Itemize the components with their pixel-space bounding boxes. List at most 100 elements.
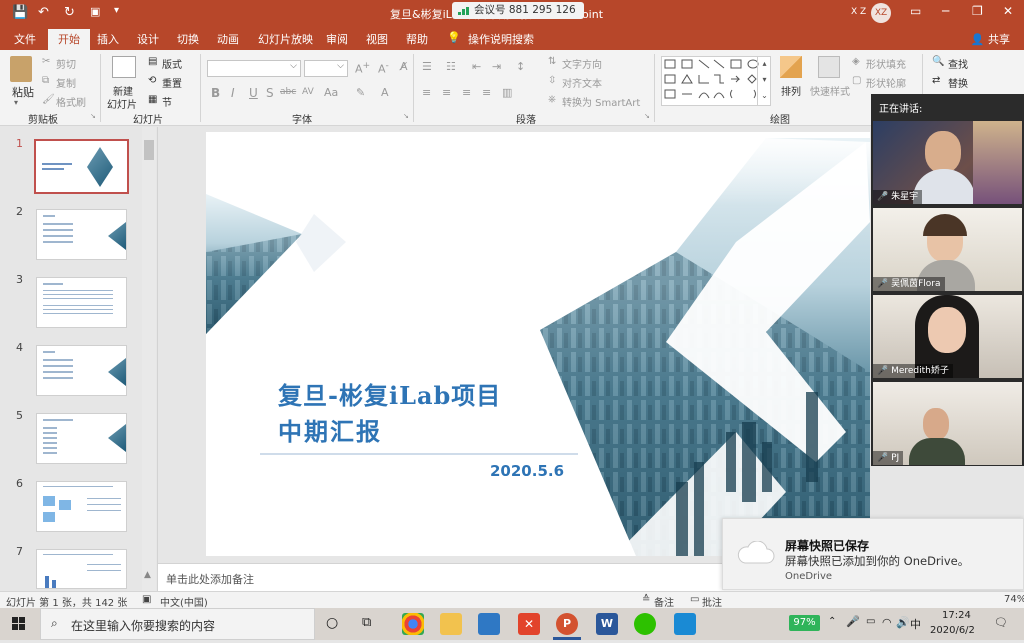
dialog-launcher-icon[interactable]: ↘ [644, 112, 650, 120]
video-tile-2[interactable]: 🎤 吴佩茵Flora [873, 208, 1022, 291]
language-indicator[interactable]: 中文(中国) [160, 594, 208, 609]
ime-indicator[interactable]: 中 [910, 616, 921, 632]
chrome-icon[interactable] [402, 613, 424, 635]
find-button[interactable]: 查找 [948, 56, 968, 71]
font-size-select[interactable] [304, 60, 348, 77]
close-button[interactable]: ✕ [1003, 4, 1013, 18]
slide-title-line1[interactable]: 复旦-彬复iLab项目 [278, 376, 501, 411]
clear-format-icon[interactable]: A̸ [400, 60, 408, 73]
section-button[interactable]: 节 [162, 94, 172, 109]
thumbnail-slide-1[interactable] [34, 139, 129, 194]
shape-outline-button[interactable]: 形状轮廓 [866, 75, 906, 90]
xmind-icon[interactable]: ✕ [518, 613, 540, 635]
account-avatar[interactable]: XZ [871, 3, 891, 23]
clock-date[interactable]: 2020/6/2 [930, 625, 975, 636]
slideshow-start-icon[interactable]: ▣ [90, 5, 100, 18]
align-center-icon[interactable]: ≡ [442, 86, 451, 99]
dialog-launcher-icon[interactable]: ↘ [403, 112, 409, 120]
change-case-icon[interactable]: Aa [324, 86, 338, 99]
thumbnail-scrollbar[interactable] [142, 127, 156, 592]
microphone-icon[interactable]: 🎤 [846, 615, 860, 628]
volume-icon[interactable]: 🔊 [896, 616, 910, 629]
tab-review[interactable]: 审阅 [326, 31, 348, 47]
redo-icon[interactable]: ↻ [64, 5, 75, 20]
italic-icon[interactable]: I [231, 86, 235, 100]
notification-center-icon[interactable]: 🗨 [994, 616, 1008, 629]
customize-qat-icon[interactable]: ▾ [114, 5, 119, 16]
shapes-gallery[interactable] [661, 56, 771, 106]
highlight-icon[interactable]: ✎ [356, 86, 365, 99]
bold-icon[interactable]: B [211, 86, 220, 100]
replace-button[interactable]: 替换 [948, 75, 968, 90]
cut-button[interactable]: 剪切 [56, 56, 76, 71]
tab-transitions[interactable]: 切换 [177, 31, 199, 47]
shrink-font-icon[interactable]: A- [378, 60, 389, 76]
format-painter-button[interactable]: 格式刷 [56, 94, 86, 109]
justify-icon[interactable]: ≡ [482, 86, 491, 99]
thumbnail-slide-6[interactable] [36, 481, 127, 532]
thumbnail-slide-3[interactable] [36, 277, 127, 328]
tab-insert[interactable]: 插入 [97, 31, 119, 47]
notes-toggle[interactable]: 备注 [654, 594, 674, 609]
file-explorer-icon[interactable] [440, 613, 462, 635]
new-slide-icon[interactable] [112, 56, 136, 78]
thumbnail-slide-5[interactable] [36, 413, 127, 464]
align-text-button[interactable]: 对齐文本 [562, 75, 602, 90]
font-family-select[interactable] [207, 60, 301, 77]
copy-button[interactable]: 复制 [56, 75, 76, 90]
display-icon[interactable]: ▭ [866, 616, 875, 627]
shadow-icon[interactable]: S [266, 86, 274, 100]
notes-collapse-icon[interactable]: ▲ [144, 570, 151, 580]
wifi-icon[interactable]: ◠ [882, 616, 892, 629]
wechat-icon[interactable] [634, 613, 656, 635]
comments-toggle[interactable]: 批注 [702, 594, 722, 609]
slide-date[interactable]: 2020.5.6 [490, 462, 564, 480]
shapes-scroll-icon[interactable]: ▴ ▾ ⌄ [757, 56, 771, 106]
align-left-icon[interactable]: ≡ [422, 86, 431, 99]
paste-icon[interactable] [10, 56, 32, 82]
paste-dropdown-icon[interactable]: ▾ [14, 98, 18, 107]
tab-file[interactable]: 文件 [14, 31, 36, 47]
reset-button[interactable]: 重置 [162, 75, 182, 90]
underline-icon[interactable]: U [249, 86, 258, 100]
char-spacing-icon[interactable]: AV [302, 87, 314, 97]
arrange-icon[interactable] [780, 56, 802, 78]
smartart-button[interactable]: 转换为 SmartArt [562, 94, 640, 109]
strikethrough-icon[interactable]: abc [280, 87, 296, 97]
layout-button[interactable]: 版式 [162, 56, 182, 71]
comments-toggle-icon[interactable]: ▭ [690, 594, 699, 605]
tray-expand-icon[interactable]: ⌃ [828, 616, 836, 627]
thumbnail-slide-2[interactable] [36, 209, 127, 260]
spellcheck-icon[interactable]: ▣ [142, 594, 151, 605]
thumbnail-slide-4[interactable] [36, 345, 127, 396]
save-icon[interactable]: 💾 [12, 5, 28, 20]
battery-indicator[interactable]: 97% [789, 615, 820, 631]
font-color-icon[interactable]: A [381, 86, 389, 99]
word-icon[interactable]: W [596, 613, 618, 635]
tab-design[interactable]: 设计 [137, 31, 159, 47]
restore-button[interactable]: ❐ [972, 4, 983, 18]
minimize-button[interactable]: ─ [942, 4, 949, 18]
increase-indent-icon[interactable]: ⇥ [492, 60, 501, 73]
numbering-icon[interactable]: ☷ [446, 60, 456, 73]
shape-fill-button[interactable]: 形状填充 [866, 56, 906, 71]
onedrive-notification[interactable]: 屏幕快照已保存 屏幕快照已添加到你的 OneDrive。 OneDrive [722, 518, 1024, 590]
powerpoint-icon[interactable]: P [556, 613, 578, 635]
cortana-icon[interactable]: ○ [326, 615, 338, 631]
video-tile-3[interactable]: 🎤 Meredith娇子 [873, 295, 1022, 378]
decrease-indent-icon[interactable]: ⇤ [472, 60, 481, 73]
align-right-icon[interactable]: ≡ [462, 86, 471, 99]
slide-canvas[interactable]: 复旦-彬复iLab项目 中期汇报 2020.5.6 [206, 132, 870, 556]
video-tile-1[interactable]: 🎤 朱星宇 [873, 121, 1022, 204]
thumbnail-slide-7[interactable] [36, 549, 127, 589]
ribbon-display-icon[interactable]: ▭ [910, 4, 921, 18]
tencent-meeting-icon[interactable] [674, 613, 696, 635]
undo-icon[interactable]: ↶ [38, 5, 49, 20]
grow-font-icon[interactable]: A+ [355, 60, 370, 76]
text-direction-button[interactable]: 文字方向 [562, 56, 602, 71]
tab-view[interactable]: 视图 [366, 31, 388, 47]
tab-slideshow[interactable]: 幻灯片放映 [258, 31, 313, 47]
dialog-launcher-icon[interactable]: ↘ [90, 112, 96, 120]
columns-icon[interactable]: ▥ [502, 86, 512, 99]
line-spacing-icon[interactable]: ↕ [516, 60, 525, 73]
